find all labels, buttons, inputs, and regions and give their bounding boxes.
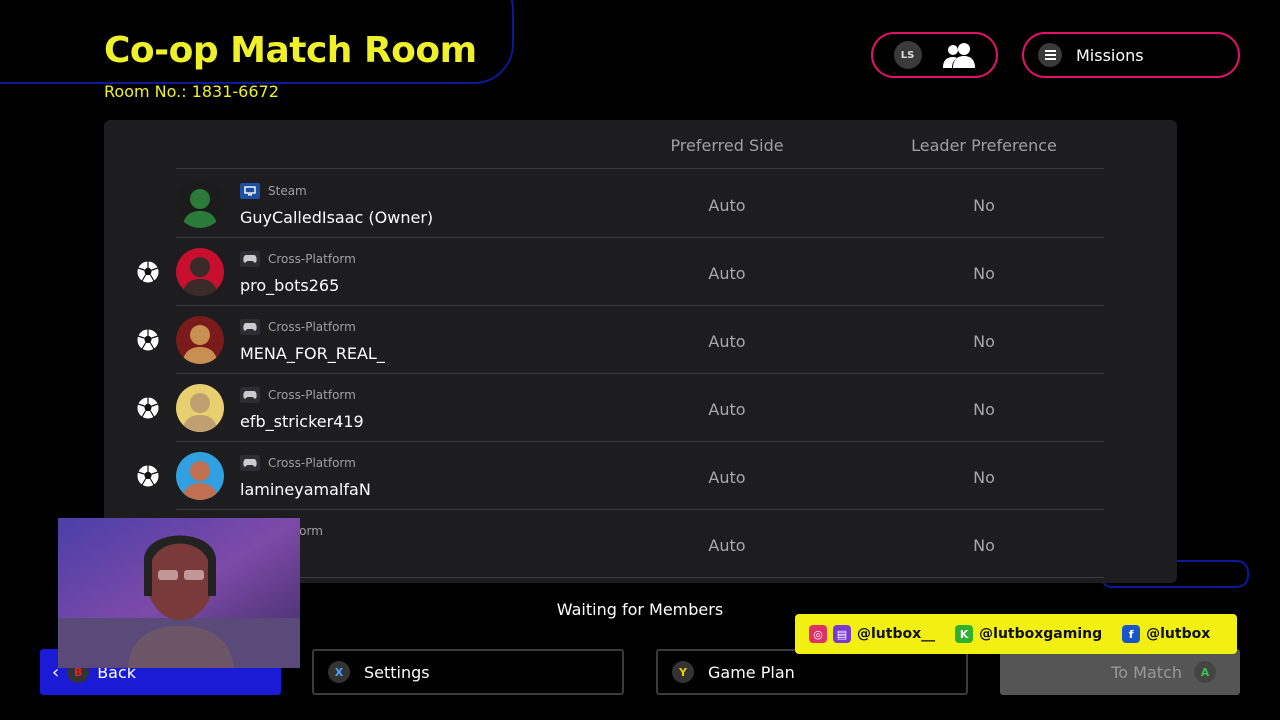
members-panel: Preferred Side Leader Preference Steam Gu… [104, 120, 1177, 583]
y-button-hint: Y [672, 661, 694, 683]
x-button-hint: X [328, 661, 350, 683]
missions-button[interactable]: Missions [1022, 32, 1240, 78]
settings-button[interactable]: X Settings [312, 649, 624, 695]
avatar [176, 180, 224, 228]
menu-icon [1038, 43, 1062, 67]
soccer-ball-icon [136, 328, 160, 352]
platform-label: Steam [268, 184, 307, 198]
member-row[interactable]: Steam GuyCalledIsaac (Owner) Auto No [104, 170, 1177, 238]
webcam-overlay [58, 518, 300, 668]
twitch-icon: ▤ [833, 625, 851, 643]
preferred-side-value: Auto [708, 400, 746, 419]
gamepad-icon [240, 455, 260, 471]
column-header-preferred-side: Preferred Side [670, 136, 784, 155]
preferred-side-value: Auto [708, 536, 746, 555]
header-divider [176, 168, 1104, 169]
game-plan-label: Game Plan [708, 662, 795, 682]
platform-label: Cross-Platform [268, 456, 356, 470]
leader-preference-value: No [973, 196, 995, 215]
preferred-side-value: Auto [708, 264, 746, 283]
platform-label: Cross-Platform [268, 320, 356, 334]
social-banner: ◎ ▤ @lutbox__ K @lutboxgaming f @lutbox [795, 614, 1237, 654]
leader-preference-value: No [973, 400, 995, 419]
room-number: Room No.: 1831-6672 [104, 82, 279, 101]
to-match-button[interactable]: To Match A [1000, 649, 1240, 695]
avatar [176, 248, 224, 296]
preferred-side-value: Auto [708, 196, 746, 215]
soccer-ball-icon [136, 396, 160, 420]
player-name: MENA_FOR_REAL_ [240, 344, 385, 363]
column-header-leader-preference: Leader Preference [911, 136, 1057, 155]
kick-icon: K [955, 625, 974, 643]
preferred-side-value: Auto [708, 468, 746, 487]
leader-preference-value: No [973, 332, 995, 351]
leader-preference-value: No [973, 264, 995, 283]
avatar [176, 384, 224, 432]
leader-preference-value: No [973, 468, 995, 487]
a-button-hint: A [1194, 661, 1216, 683]
player-name: efb_stricker419 [240, 412, 364, 431]
avatar [176, 316, 224, 364]
player-name: lamineyamalfaN [240, 480, 371, 499]
people-icon [942, 43, 975, 68]
platform-label: Cross-Platform [268, 388, 356, 402]
member-row[interactable]: Cross-Platform MENA_FOR_REAL_ Auto No [104, 306, 1177, 374]
friends-button[interactable]: LS [871, 32, 998, 78]
settings-label: Settings [364, 662, 430, 682]
leader-preference-value: No [973, 536, 995, 555]
gamepad-icon [240, 319, 260, 335]
avatar [176, 452, 224, 500]
page-title: Co-op Match Room [104, 30, 477, 71]
member-row[interactable]: Cross-Platform lamineyamalfaN Auto No [104, 442, 1177, 510]
facebook-handle: @lutbox [1146, 626, 1211, 642]
member-row[interactable]: Cross-Platform pro_bots265 Auto No [104, 238, 1177, 306]
status-text: Waiting for Members [556, 600, 724, 619]
soccer-ball-icon [136, 464, 160, 488]
member-row[interactable]: Cross-Platform efb_stricker419 Auto No [104, 374, 1177, 442]
player-name: GuyCalledIsaac (Owner) [240, 208, 434, 227]
missions-label: Missions [1076, 45, 1144, 65]
gamepad-icon [240, 387, 260, 403]
facebook-icon: f [1122, 625, 1141, 643]
platform-label: Cross-Platform [268, 252, 356, 266]
soccer-ball-icon [136, 260, 160, 284]
instagram-icon: ◎ [809, 625, 827, 643]
pc-icon [240, 183, 260, 199]
kick-handle: @lutboxgaming [979, 626, 1103, 642]
ls-button-hint: LS [893, 41, 922, 69]
gamepad-icon [240, 251, 260, 267]
game-plan-button[interactable]: Y Game Plan [656, 649, 968, 695]
to-match-label: To Match [1111, 662, 1182, 682]
player-name: pro_bots265 [240, 276, 340, 295]
row-divider [176, 577, 1104, 578]
instagram-twitch-handle: @lutbox__ [857, 626, 936, 642]
preferred-side-value: Auto [708, 332, 746, 351]
